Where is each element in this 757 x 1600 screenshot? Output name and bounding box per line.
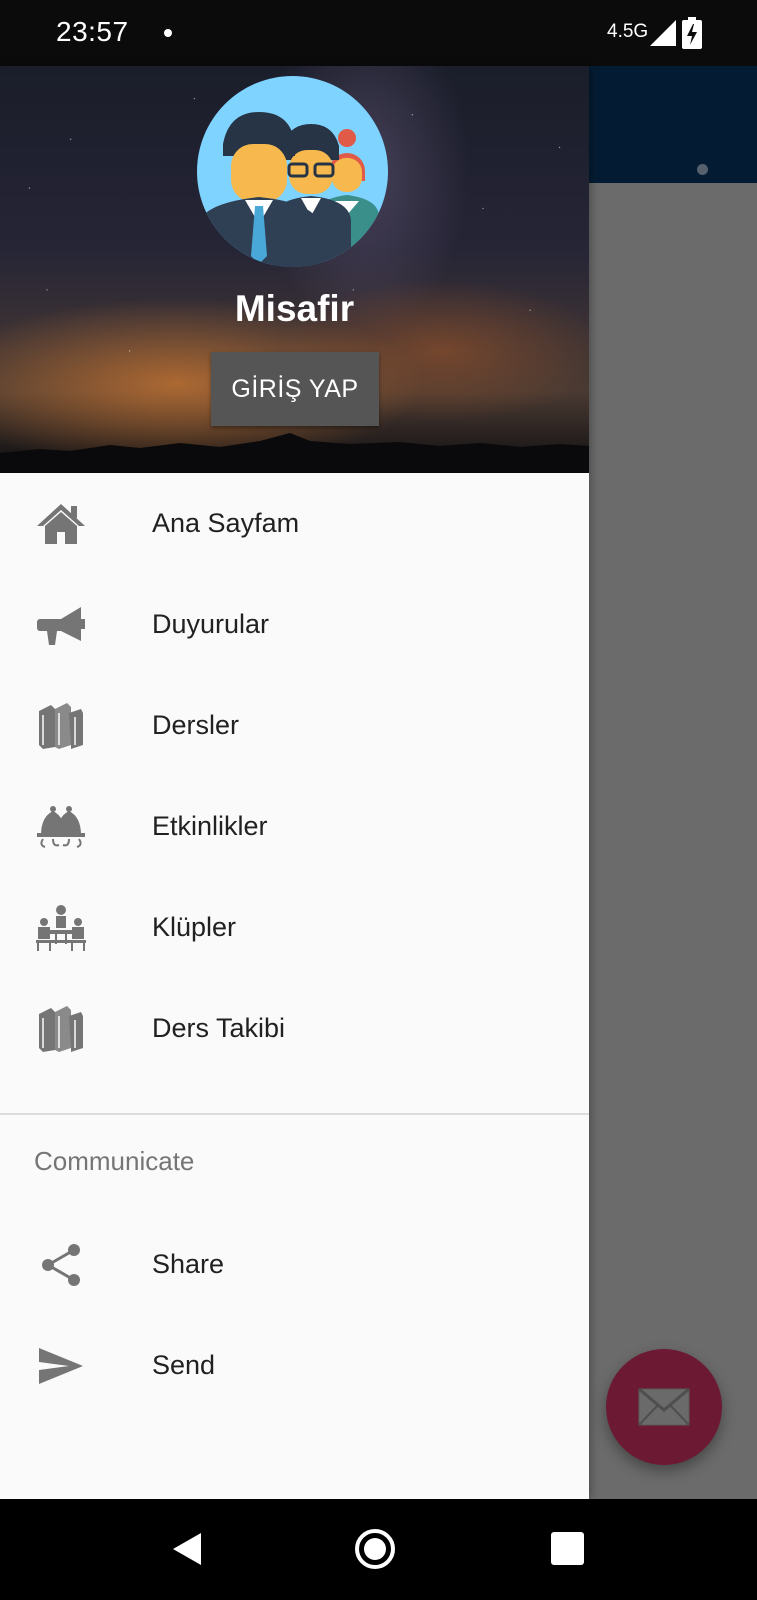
books-icon [34, 699, 88, 753]
signal-icon [650, 20, 676, 46]
network-type: 4.5G [607, 21, 649, 42]
menu-item-duyurular[interactable]: Duyurular [0, 574, 589, 675]
menu-item-label: Send [152, 1350, 216, 1380]
status-time: 23:57 [56, 16, 129, 47]
menu-item-ders-takibi[interactable]: Ders Takibi [0, 978, 589, 1079]
mail-icon [638, 1388, 690, 1426]
communicate-menu: Share Send [0, 1214, 589, 1416]
menu-item-label: Etkinlikler [152, 811, 268, 841]
menu-item-klupler[interactable]: Klüpler [0, 877, 589, 978]
navigation-bar [0, 1499, 757, 1600]
books-icon [34, 1002, 88, 1056]
menu-item-etkinlikler[interactable]: Etkinlikler [0, 776, 589, 877]
menu-item-label: Share [152, 1249, 225, 1279]
group-avatar-icon [197, 112, 379, 267]
megaphone-icon [34, 598, 88, 652]
drawer-header: Misafir GİRİŞ YAP [0, 66, 589, 473]
send-icon [34, 1339, 88, 1393]
recents-icon[interactable] [551, 1532, 584, 1565]
login-button[interactable]: GİRİŞ YAP [211, 352, 379, 426]
drawer-menu: Ana Sayfam Duyurular Dersler Etkinlikler… [0, 473, 589, 1079]
menu-item-label: Duyurular [152, 609, 270, 639]
back-icon[interactable] [171, 1531, 203, 1567]
mail-fab-button[interactable] [606, 1349, 722, 1465]
menu-item-send[interactable]: Send [0, 1315, 589, 1416]
meeting-icon [34, 901, 88, 955]
menu-item-share[interactable]: Share [0, 1214, 589, 1315]
menu-item-dersler[interactable]: Dersler [0, 675, 589, 776]
avatar [197, 76, 388, 267]
menu-item-label: Dersler [152, 710, 240, 740]
notification-dot-icon [164, 29, 172, 37]
navigation-drawer: Misafir GİRİŞ YAP Ana Sayfam Duyurular D… [0, 66, 589, 1499]
section-title-communicate: Communicate [34, 1146, 195, 1176]
home-icon [34, 497, 88, 551]
menu-item-label: Ders Takibi [152, 1013, 286, 1043]
home-button-icon[interactable] [355, 1529, 395, 1569]
menu-item-ana-sayfam[interactable]: Ana Sayfam [0, 473, 589, 574]
share-icon [34, 1238, 88, 1292]
bells-icon [34, 800, 88, 854]
battery-charging-icon [682, 17, 702, 49]
menu-divider [0, 1113, 589, 1115]
treeline-silhouette [0, 433, 589, 473]
user-name: Misafir [234, 288, 355, 329]
status-bar: 23:57 4.5G [0, 0, 757, 66]
menu-item-label: Klüpler [152, 912, 237, 942]
menu-item-label: Ana Sayfam [152, 508, 300, 538]
